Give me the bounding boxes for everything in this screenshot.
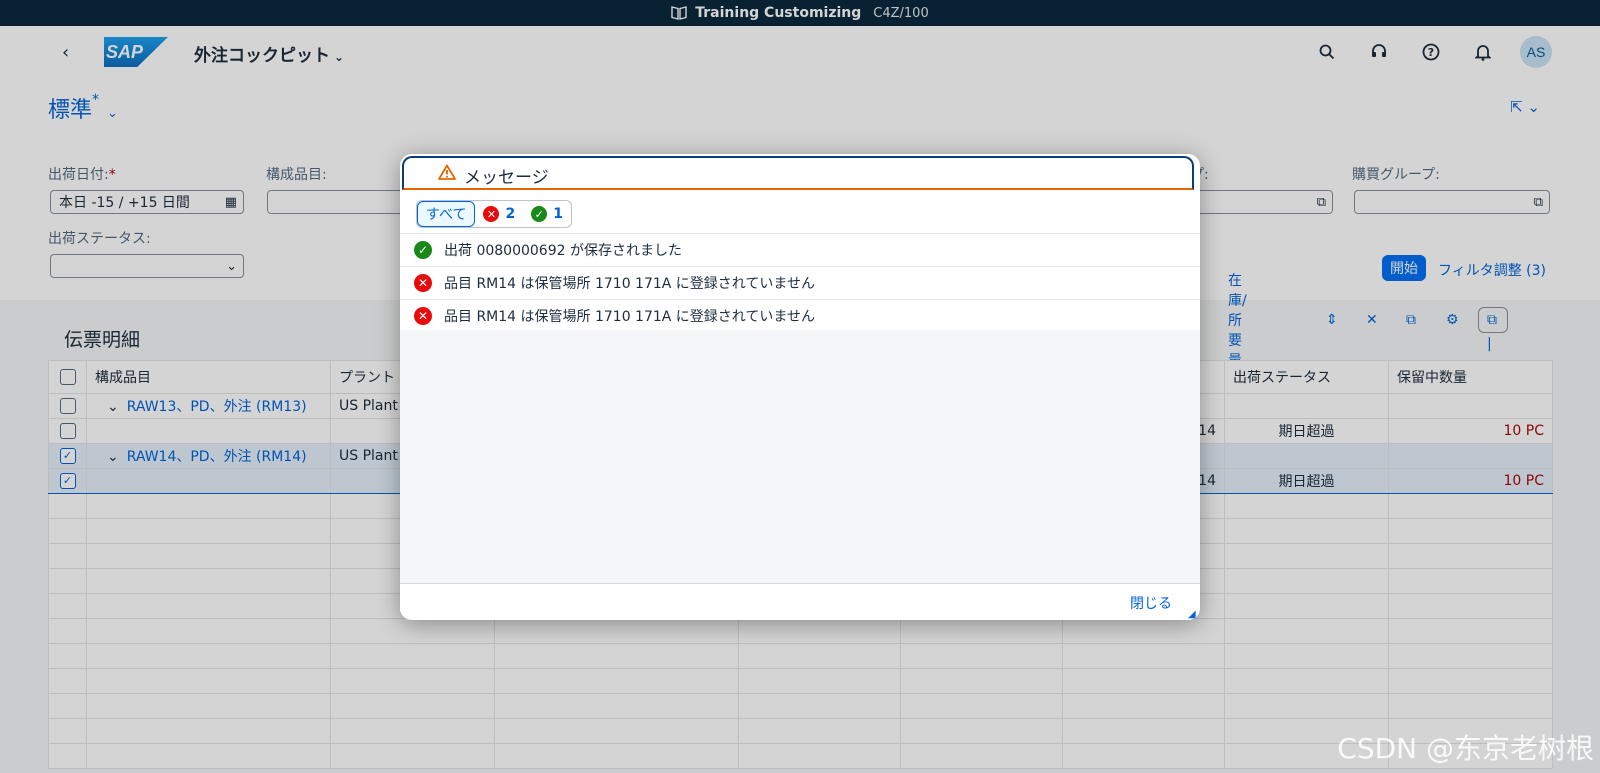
error-icon: ✕ bbox=[483, 206, 500, 222]
dialog-footer: 閉じる ◢ bbox=[400, 583, 1200, 620]
message-item[interactable]: ✕ 品目 RM14 は保管場所 1710 171A に登録されていません bbox=[400, 299, 1200, 333]
dialog-title: メッセージ bbox=[464, 168, 549, 188]
message-item[interactable]: ✓ 出荷 0080000692 が保存されました bbox=[400, 233, 1200, 266]
dialog-header: メッセージ bbox=[402, 156, 1194, 190]
message-text: 品目 RM14 は保管場所 1710 171A に登録されていません bbox=[444, 276, 815, 292]
filter-all-button[interactable]: すべて bbox=[417, 201, 476, 227]
watermark: CSDN @东京老树根 bbox=[1337, 732, 1594, 765]
resize-handle-icon[interactable]: ◢ bbox=[1188, 609, 1198, 620]
success-icon: ✓ bbox=[531, 206, 548, 222]
close-button[interactable]: 閉じる bbox=[1130, 593, 1172, 613]
success-icon: ✓ bbox=[414, 241, 432, 259]
error-icon: ✕ bbox=[414, 274, 432, 292]
message-list: ✓ 出荷 0080000692 が保存されました ✕ 品目 RM14 は保管場所… bbox=[400, 233, 1200, 333]
message-filter: すべて ✕ 2 ✓ 1 bbox=[416, 200, 572, 228]
error-icon: ✕ bbox=[414, 307, 432, 325]
message-text: 品目 RM14 は保管場所 1710 171A に登録されていません bbox=[444, 309, 815, 325]
dialog-empty-area bbox=[400, 330, 1200, 583]
filter-error-button[interactable]: ✕ 2 bbox=[475, 202, 523, 226]
error-count: 2 bbox=[505, 206, 516, 222]
message-text: 出荷 0080000692 が保存されました bbox=[444, 243, 682, 259]
message-item[interactable]: ✕ 品目 RM14 は保管場所 1710 171A に登録されていません bbox=[400, 266, 1200, 299]
filter-success-button[interactable]: ✓ 1 bbox=[523, 202, 571, 226]
message-dialog: メッセージ すべて ✕ 2 ✓ 1 ✓ 出荷 0080000692 が保存されま… bbox=[400, 154, 1200, 620]
success-count: 1 bbox=[553, 206, 563, 222]
warning-icon bbox=[438, 164, 456, 180]
